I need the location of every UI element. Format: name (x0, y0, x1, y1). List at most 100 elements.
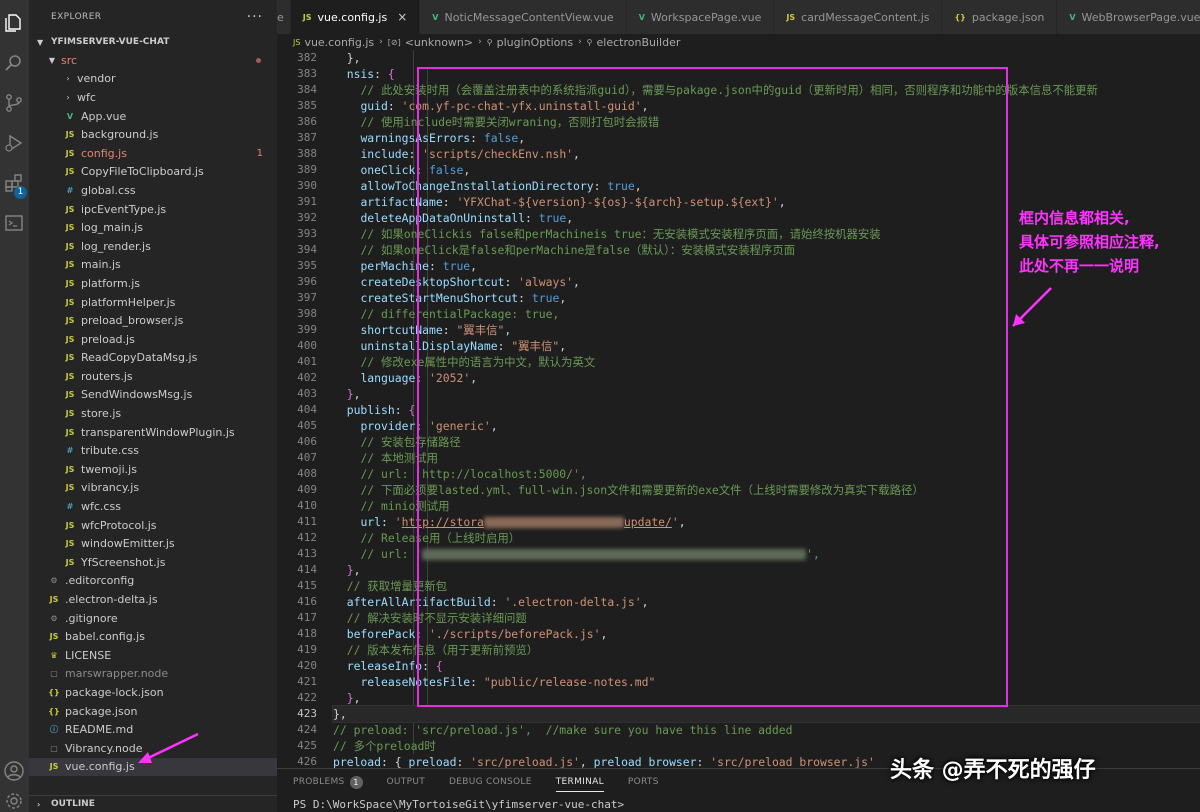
file-item[interactable]: # tribute.css (29, 441, 277, 460)
explorer-icon[interactable] (3, 12, 25, 34)
line-number: 422 (297, 691, 317, 704)
file-item[interactable]: {} package-lock.json (29, 683, 277, 702)
file-item[interactable]: JS preload_browser.js (29, 311, 277, 330)
code-token: { (408, 403, 416, 417)
code-line[interactable]: }, (333, 50, 1200, 66)
file-item[interactable]: JS transparentWindowPlugin.js (29, 423, 277, 442)
file-item[interactable]: JS routers.js (29, 367, 277, 386)
file-item[interactable]: ▢ marswrapper.node (29, 665, 277, 684)
file-label: src (61, 53, 78, 67)
panel-tab[interactable]: TERMINAL (555, 777, 605, 792)
file-item[interactable]: JS store.js (29, 404, 277, 423)
file-item[interactable]: JS preload.js (29, 330, 277, 349)
code-editor[interactable]: 382 383 384 385 386 387 388 389 390 391 392 393 394 3… (277, 50, 1200, 768)
line-number: 413 (297, 547, 317, 560)
line-number: 390 (297, 179, 317, 192)
file-item[interactable]: JS .electron-delta.js (29, 590, 277, 609)
folder-item[interactable]: ▼ src (29, 51, 277, 70)
file-item[interactable]: JS vibrancy.js (29, 479, 277, 498)
file-item[interactable]: JS ipcEventType.js (29, 200, 277, 219)
code-line[interactable]: }, (332, 705, 1200, 723)
chevron-down-icon: ▼ (37, 37, 44, 47)
editor-tab[interactable]: JS vue.config.js × (290, 0, 421, 34)
file-item[interactable]: JS ReadCopyDataMsg.js (29, 349, 277, 368)
modified-dot-icon (256, 58, 261, 63)
workspace-root[interactable]: ▼ YFIMSERVER-VUE-CHAT (29, 34, 277, 50)
file-item[interactable]: JS windowEmitter.js (29, 534, 277, 553)
code-token: { (394, 755, 409, 768)
chevron-right-icon: › (66, 74, 70, 84)
panel-tab-label: DEBUG CONSOLE (449, 777, 532, 787)
file-item[interactable]: JS twemoji.js (29, 460, 277, 479)
line-number: 406 (297, 435, 317, 448)
tab-label: vue.config.js (317, 10, 388, 24)
file-label: Vibrancy.node (65, 741, 143, 755)
css-file-icon: # (66, 185, 74, 195)
code-token: : (456, 755, 471, 768)
file-item[interactable]: JS babel.config.js (29, 627, 277, 646)
file-item[interactable]: JS log_main.js (29, 218, 277, 237)
extensions-badge: 1 (14, 186, 27, 199)
source-control-icon[interactable] (3, 92, 25, 114)
line-number: 417 (297, 611, 317, 624)
editor-tab[interactable]: {} package.json (942, 0, 1058, 34)
outline-section[interactable]: › OUTLINE (29, 795, 277, 812)
file-item[interactable]: JS platform.js (29, 274, 277, 293)
panel-tab[interactable]: PROBLEMS 1 (293, 775, 363, 789)
editor-tab[interactable]: JS cardMessageContent.js (774, 0, 943, 34)
file-item[interactable]: JS wfcProtocol.js (29, 516, 277, 535)
folder-item[interactable]: › vendor (29, 70, 277, 89)
panel-tab[interactable]: OUTPUT (387, 777, 425, 787)
file-item[interactable]: # wfc.css (29, 497, 277, 516)
file-item[interactable]: JS YfScreenshot.js (29, 553, 277, 572)
file-item[interactable]: ⚙ .gitignore (29, 609, 277, 628)
editor-tab[interactable]: V NoticMessageContentView.vue (420, 0, 627, 34)
settings-gear-icon[interactable] (3, 790, 25, 812)
code-token: }, (346, 51, 361, 65)
breadcrumb-item[interactable]: electronBuilder (597, 36, 681, 49)
folder-item[interactable]: › wfc (29, 88, 277, 107)
terminal-prompt[interactable]: PS D:\WorkSpace\MyTortoiseGit\yfimserver… (277, 797, 1200, 812)
file-item[interactable]: JS background.js (29, 125, 277, 144)
line-number: 410 (297, 499, 317, 512)
breadcrumb-item[interactable]: <unknown> (405, 36, 473, 49)
vue-file-icon: V (1069, 12, 1076, 22)
js-file-icon: JS (65, 464, 75, 474)
file-label: vibrancy.js (81, 481, 140, 495)
file-item[interactable]: JS CopyFileToClipboard.js (29, 163, 277, 182)
editor-tab[interactable]: e (277, 0, 291, 34)
editor-tab[interactable]: V WorkspacePage.vue (626, 0, 775, 34)
config-file-icon: ⚙ (50, 613, 58, 623)
terminal-icon[interactable] (3, 212, 25, 234)
js-file-icon: JS (786, 12, 796, 22)
line-number: 426 (297, 755, 317, 768)
account-icon[interactable] (3, 760, 25, 782)
line-number: 414 (297, 563, 317, 576)
panel-tab[interactable]: PORTS (628, 777, 659, 787)
run-debug-icon[interactable] (3, 132, 25, 154)
file-item[interactable]: JS platformHelper.js (29, 293, 277, 312)
file-item[interactable]: JS config.js 1 (29, 144, 277, 163)
file-label: wfc.css (81, 500, 121, 514)
file-item[interactable]: ♛ LICENSE (29, 646, 277, 665)
more-actions-icon[interactable]: ··· (247, 9, 263, 25)
code-line[interactable]: // preload: 'src/preload.js', //make sur… (333, 722, 1200, 738)
file-item[interactable]: ⚙ .editorconfig (29, 572, 277, 591)
search-icon[interactable] (3, 52, 25, 74)
panel-tab[interactable]: DEBUG CONSOLE (449, 777, 532, 787)
breadcrumb-item[interactable]: pluginOptions (497, 36, 573, 49)
code-token: // preload: 'src/preload.js', //make sur… (333, 723, 793, 737)
file-item[interactable]: JS log_render.js (29, 237, 277, 256)
file-item[interactable]: {} package.json (29, 702, 277, 721)
file-item[interactable]: JS SendWindowsMsg.js (29, 386, 277, 405)
editor-tab[interactable]: V WebBrowserPage.vue (1057, 0, 1200, 34)
file-item[interactable]: # global.css (29, 181, 277, 200)
file-item[interactable]: V App.vue (29, 107, 277, 126)
node-binary-icon: ▢ (50, 669, 58, 679)
breadcrumb-item[interactable]: vue.config.js (304, 36, 374, 49)
close-tab-icon[interactable]: × (397, 10, 407, 24)
file-item[interactable]: JS main.js (29, 256, 277, 275)
